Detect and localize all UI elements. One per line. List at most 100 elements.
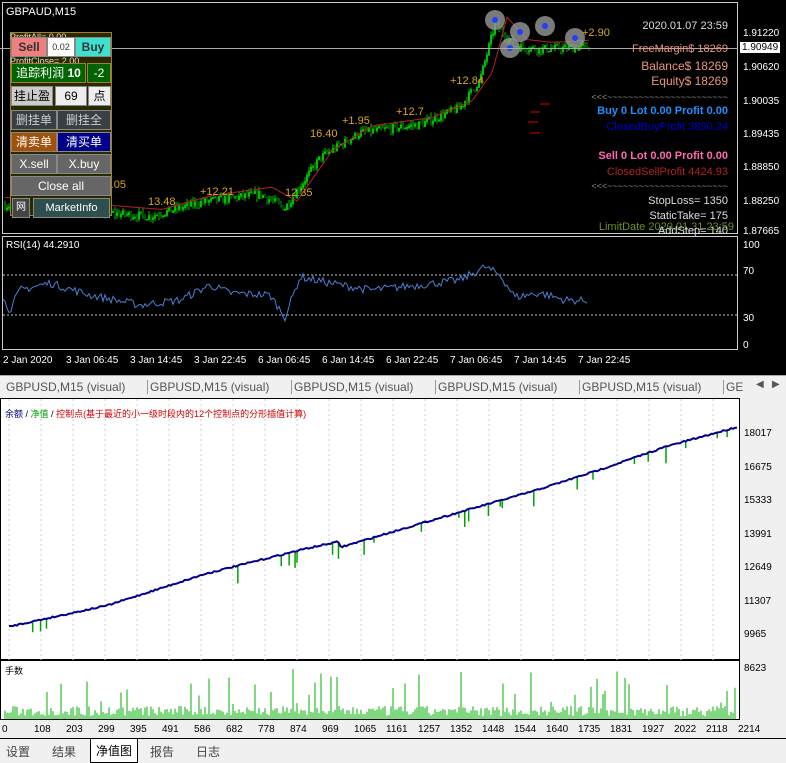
close-all-button[interactable]: Close all — [11, 176, 111, 196]
bottom-tab[interactable]: 报告 — [150, 743, 174, 760]
tab-scroll-right-icon[interactable]: ▶ — [772, 379, 780, 390]
clear-buy-button[interactable]: 清买单 — [57, 132, 111, 152]
equity-y-label: 13991 — [744, 528, 772, 540]
chart-tab[interactable]: GBPUSD,M15 (visual) — [582, 380, 701, 394]
legend-balance: 余额 — [5, 409, 24, 419]
sell-button[interactable]: Sell — [11, 37, 47, 57]
trade-x-label: 1352 — [450, 724, 473, 735]
rsi-level: 100 — [743, 240, 760, 251]
trail-step[interactable]: -2 — [87, 63, 111, 83]
chart-tab[interactable]: GBPUSD,M15 (visual) — [294, 380, 413, 394]
chart-tab[interactable]: GBPUSD,M15 (visual) — [150, 380, 269, 394]
rsi-line-chart — [2, 264, 737, 323]
trade-profit-label: 16.40 — [310, 128, 338, 140]
date-axis-label: 3 Jan 22:45 — [194, 355, 247, 366]
price-axis-label: 1.90035 — [743, 96, 780, 107]
bottom-tab[interactable]: 设置 — [6, 743, 30, 760]
tester-tabs: 设置 结果 净值图 报告 日志 — [0, 738, 786, 763]
rsi-line — [2, 264, 588, 323]
date-axis-label: 6 Jan 06:45 — [258, 355, 311, 366]
trade-x-label: 874 — [290, 724, 307, 735]
clear-sell-button[interactable]: 清卖单 — [11, 132, 57, 152]
bottom-tab[interactable]: 结果 — [52, 743, 76, 760]
price-axis-label: 1.89435 — [743, 129, 780, 140]
trail-label: 追踪利润 — [16, 66, 65, 80]
trade-profit-label: 13.48 — [148, 196, 176, 208]
legend-points: 控制点(基于最近的小一级时段内的12个控制点的分形插值计算) — [56, 409, 307, 419]
price-chart-window: +12.0513.48+12.2112.3516.40+1.95+12.7+12… — [0, 0, 786, 375]
bottom-tab[interactable]: 净值图 — [90, 739, 139, 763]
sell-status: Sell 0 Lot 0.00 Profit 0.00 — [598, 150, 728, 162]
date-axis-label: 3 Jan 14:45 — [130, 355, 183, 366]
tab-scroll-left-icon[interactable]: ◀ — [756, 379, 764, 390]
take-profit-input[interactable]: 69 — [55, 86, 87, 106]
take-profit-button[interactable]: 挂止盈 — [11, 86, 53, 106]
balance-line — [8, 426, 738, 628]
separator-2: <<<~~~~~~~~~~~~~~~~~~~~~~~ — [591, 181, 728, 191]
date-axis-label: 6 Jan 14:45 — [322, 355, 375, 366]
trade-x-label: 2214 — [738, 724, 761, 735]
price-axis-label: 1.88850 — [743, 162, 780, 173]
date-axis-label: 6 Jan 22:45 — [386, 355, 439, 366]
volume-chart: 手数 — [0, 660, 740, 720]
trade-x-label: 203 — [66, 724, 83, 735]
volume-label: 手数 — [5, 666, 24, 676]
trade-x-label: 1927 — [642, 724, 665, 735]
trade-arrow-icon — [517, 29, 523, 35]
buy-button[interactable]: Buy — [75, 37, 111, 57]
trade-x-label: 2118 — [706, 724, 728, 735]
trade-x-label: 491 — [162, 724, 179, 735]
trade-x-label: 1448 — [482, 724, 505, 735]
trail-value[interactable]: 10 — [68, 66, 81, 80]
date-axis-label: 3 Jan 06:45 — [66, 355, 119, 366]
separator: <<<~~~~~~~~~~~~~~~~~~~~~~~ — [591, 92, 728, 102]
delete-pending-button[interactable]: 删挂单 — [11, 110, 57, 130]
rsi-level: 30 — [743, 313, 755, 324]
current-price-label: 1.90949 — [740, 42, 781, 53]
equity-y-label: 9965 — [744, 629, 767, 640]
trade-x-label: 1831 — [610, 724, 633, 735]
stop-loss: StopLoss= 1350 — [648, 195, 728, 207]
equity-curve-chart — [8, 399, 738, 661]
trade-profit-label: +12.21 — [200, 186, 234, 198]
trade-x-label: 0 — [2, 724, 8, 735]
trade-x-label: 778 — [258, 724, 275, 735]
delete-all-pending-button[interactable]: 删挂全 — [57, 110, 111, 130]
chart-symbol: GBPAUD,M15 — [6, 6, 77, 18]
rsi-label: RSI(14) 44.2910 — [6, 240, 80, 251]
rsi-level: 0 — [743, 340, 749, 351]
chart-tab[interactable]: GE — [726, 380, 743, 394]
date-axis-label: 7 Jan 06:45 — [450, 355, 503, 366]
free-margin: FreeMargin$ 18269 — [631, 43, 728, 55]
legend-equity: 净值 — [30, 409, 49, 419]
trade-arrow-icon — [492, 17, 498, 23]
trade-x-label: 1640 — [546, 724, 569, 735]
trade-x-label: 395 — [130, 724, 147, 735]
trade-x-label: 682 — [226, 724, 243, 735]
balance: Balance$ 18269 — [641, 59, 728, 73]
grid-button[interactable]: 网 — [12, 198, 30, 218]
trade-x-label: 108 — [34, 724, 51, 735]
chart-tab[interactable]: GBPUSD,M15 (visual) — [6, 380, 125, 394]
trade-x-label: 1735 — [578, 724, 601, 735]
trade-x-label: 1257 — [418, 724, 441, 735]
xbuy-button[interactable]: X.buy — [57, 154, 111, 174]
closed-buy-profit: ClosedBuyProfit 3890.24 — [606, 121, 728, 133]
market-info-button[interactable]: MarketInfo — [33, 198, 110, 218]
trade-arrow-icon — [572, 35, 578, 41]
price-axis-label: 1.91220 — [743, 28, 780, 39]
trade-profit-label: +1.95 — [342, 115, 370, 127]
trade-x-label: 586 — [194, 724, 211, 735]
lot-input[interactable]: 0.02 — [47, 37, 75, 57]
trade-x-label: 969 — [322, 724, 339, 735]
bottom-tab[interactable]: 日志 — [196, 743, 220, 760]
xsell-button[interactable]: X.sell — [11, 154, 57, 174]
trade-x-label: 1065 — [354, 724, 377, 735]
date-axis-label: 2 Jan 2020 — [3, 355, 53, 366]
equity: Equity$ 18269 — [651, 74, 728, 88]
points-unit: 点 — [88, 86, 111, 106]
equity-y-label: 18017 — [744, 428, 772, 439]
price-axis-label: 1.88250 — [743, 196, 780, 207]
equity-legend: 余额 / 净值 / 控制点(基于最近的小一级时段内的12个控制点的分形插值计算) — [5, 409, 307, 419]
chart-tab[interactable]: GBPUSD,M15 (visual) — [438, 380, 557, 394]
